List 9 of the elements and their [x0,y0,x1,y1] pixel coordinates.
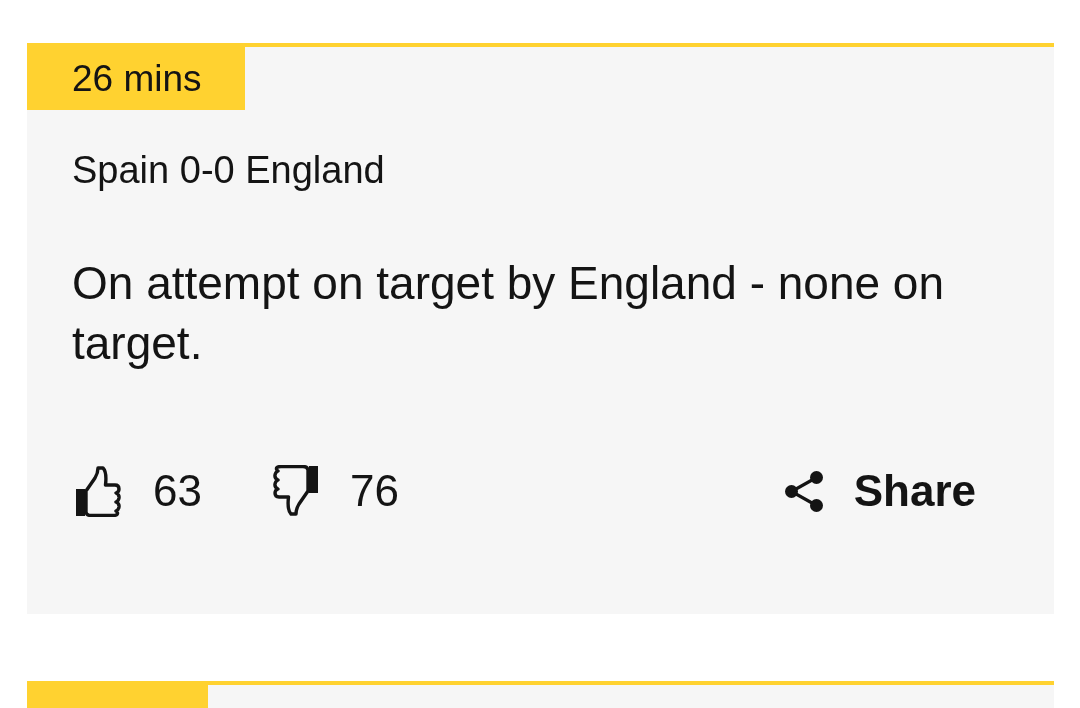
share-button[interactable]: Share [784,469,976,513]
entry-text: On attempt on target by England - none on target. [72,256,946,371]
like-button[interactable]: 63 [76,465,202,517]
thumbs-down-icon [272,465,318,517]
score-heading: Spain 0-0 England [72,149,386,191]
time-tag: 26 mins [27,47,245,110]
thumbs-up-icon [76,465,121,517]
share-icon [784,470,823,512]
dislike-button[interactable]: 76 [272,465,399,517]
